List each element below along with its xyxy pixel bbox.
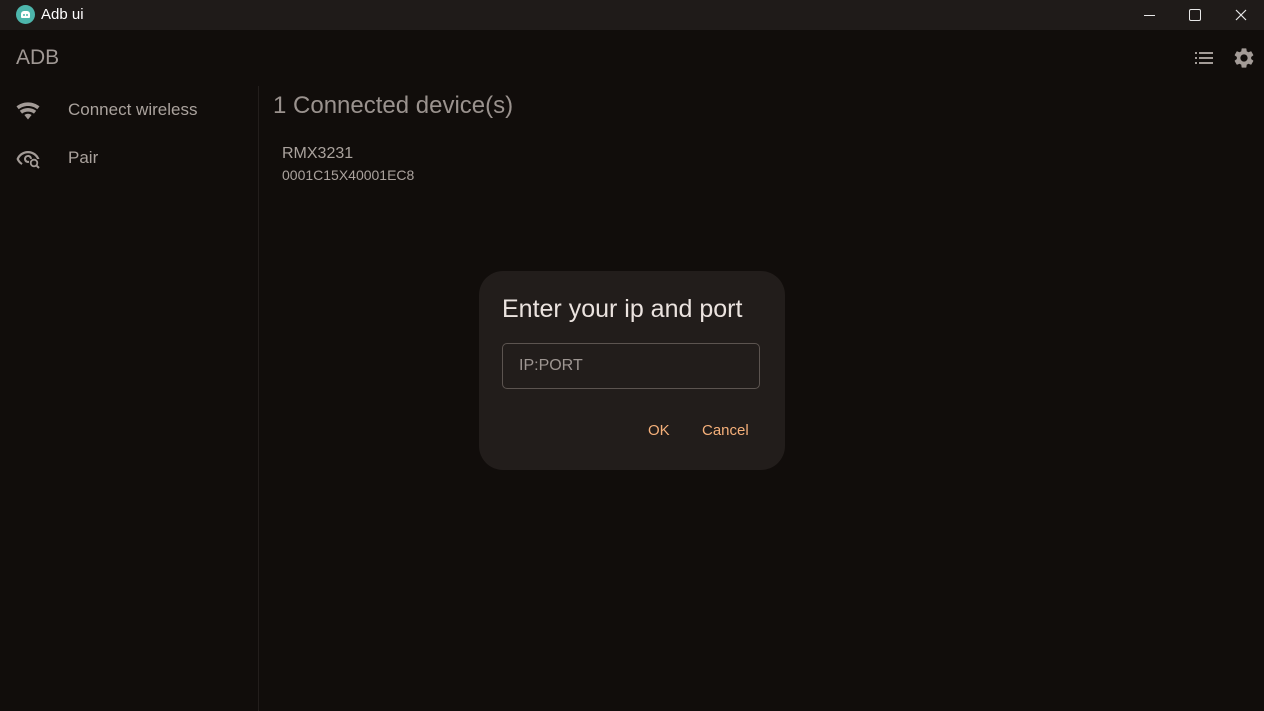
cancel-button[interactable]: Cancel bbox=[696, 418, 755, 443]
android-app-icon bbox=[16, 5, 35, 24]
ip-port-dialog: Enter your ip and port OK Cancel bbox=[479, 271, 785, 470]
close-icon bbox=[1235, 9, 1247, 21]
app-title: ADB bbox=[16, 46, 60, 69]
maximize-icon bbox=[1189, 9, 1201, 21]
wifi-icon bbox=[16, 102, 40, 120]
visibility-icon bbox=[16, 151, 40, 169]
minimize-button[interactable] bbox=[1126, 0, 1172, 30]
dialog-title: Enter your ip and port bbox=[502, 295, 743, 323]
list-icon bbox=[1195, 52, 1213, 64]
minimize-icon bbox=[1143, 14, 1155, 16]
title-bar[interactable]: Adb ui bbox=[0, 0, 1264, 30]
settings-button[interactable] bbox=[1232, 46, 1256, 70]
gear-icon bbox=[1234, 48, 1254, 68]
device-serial[interactable]: 0001C15X40001EC8 bbox=[282, 167, 414, 183]
close-button[interactable] bbox=[1218, 0, 1264, 30]
maximize-button[interactable] bbox=[1172, 0, 1218, 30]
sidebar-item-label: Connect wireless bbox=[68, 100, 198, 119]
sidebar-item-pair[interactable]: Pair bbox=[0, 138, 250, 178]
window-title: Adb ui bbox=[41, 6, 84, 23]
list-button[interactable] bbox=[1192, 46, 1216, 70]
app-window: Adb ui ADB Connect wireless Pair 1 Conne… bbox=[0, 0, 1264, 711]
sidebar-divider bbox=[258, 86, 259, 711]
ok-button[interactable]: OK bbox=[642, 418, 676, 443]
sidebar-item-connect-wireless[interactable]: Connect wireless bbox=[0, 90, 250, 130]
sidebar-item-label: Pair bbox=[68, 148, 99, 167]
page-title: 1 Connected device(s) bbox=[273, 92, 514, 119]
ip-port-input[interactable] bbox=[502, 343, 760, 389]
device-name[interactable]: RMX3231 bbox=[282, 145, 353, 163]
